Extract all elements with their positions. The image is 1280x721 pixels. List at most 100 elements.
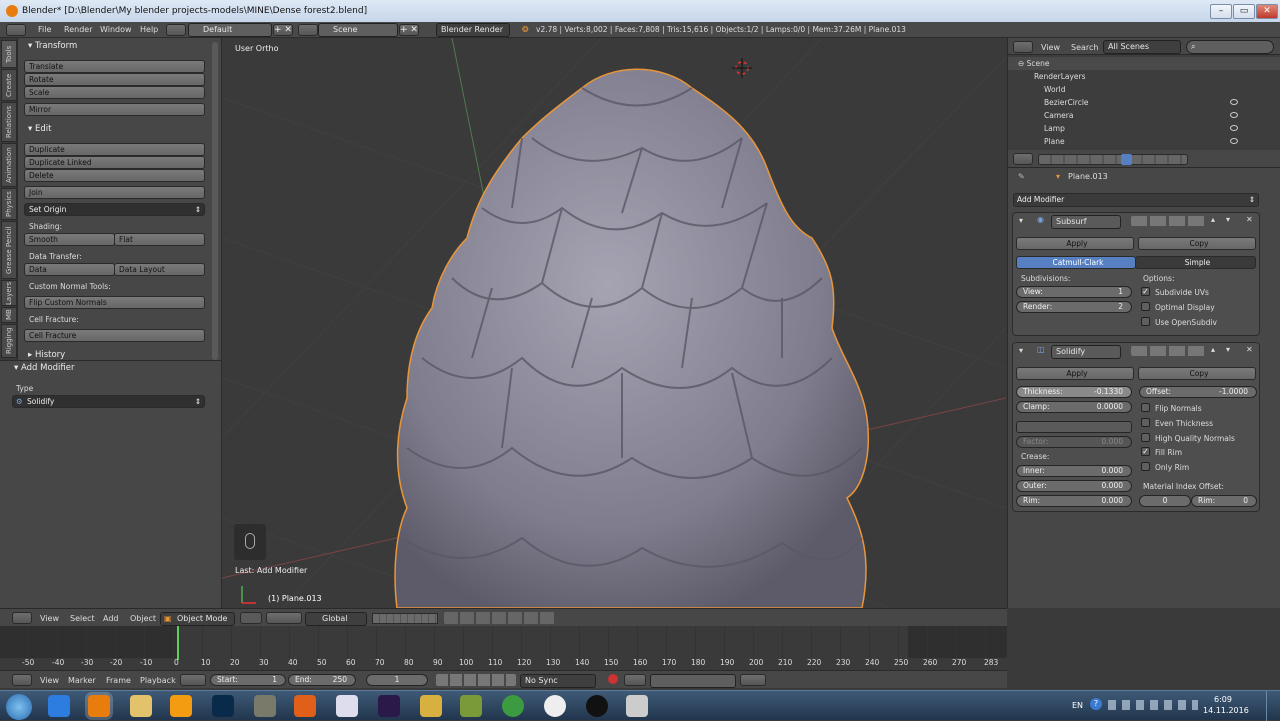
- pin-icon[interactable]: ✎: [1018, 172, 1025, 181]
- add-modifier-select[interactable]: Add Modifier ⇕: [1013, 193, 1259, 207]
- move-down-icon[interactable]: ▾: [1226, 215, 1230, 224]
- inner-crease-field[interactable]: Inner: 0.000: [1016, 465, 1132, 477]
- editor-type-info-button[interactable]: [6, 24, 26, 36]
- viewport-menu-view[interactable]: View: [40, 614, 59, 623]
- tab-animation[interactable]: Animation: [1, 143, 17, 187]
- outer-crease-field[interactable]: Outer: 0.000: [1016, 480, 1132, 492]
- use-opensubdiv-checkbox[interactable]: [1141, 317, 1150, 326]
- help-icon[interactable]: ?: [1090, 698, 1102, 710]
- system-tray-icons[interactable]: [1108, 700, 1198, 710]
- solidify-name-field[interactable]: Solidify: [1051, 345, 1121, 359]
- pivot-point-select[interactable]: [266, 612, 302, 624]
- blender-taskbar-icon[interactable]: [88, 695, 110, 717]
- add-scene-button[interactable]: + ✕: [399, 24, 419, 36]
- vertex-group-field[interactable]: [1016, 421, 1132, 433]
- transform-orientation-select[interactable]: Global: [305, 612, 367, 626]
- tab-physics[interactable]: Physics: [1, 188, 17, 220]
- delete-button[interactable]: Delete: [24, 169, 205, 182]
- timeline-menu-playback[interactable]: Playback: [140, 676, 176, 685]
- viewport-menu-add[interactable]: Add: [103, 614, 119, 623]
- tab-layers[interactable]: Layers: [1, 280, 17, 306]
- subsurf-apply-button[interactable]: Apply: [1016, 237, 1134, 250]
- remove-modifier-icon[interactable]: ✕: [1246, 215, 1253, 224]
- simple-button[interactable]: Simple: [1135, 256, 1256, 269]
- cell-fracture-button[interactable]: Cell Fracture: [24, 329, 205, 342]
- obs-icon[interactable]: [586, 695, 608, 717]
- thickness-field[interactable]: Thickness: -0.1330: [1016, 386, 1132, 398]
- tab-tools[interactable]: Tools: [1, 40, 17, 68]
- start-frame-field[interactable]: Start: 1: [210, 674, 286, 686]
- interaction-mode-select[interactable]: ▣ Object Mode: [160, 612, 235, 626]
- app-icon[interactable]: [420, 695, 442, 717]
- only-rim-checkbox[interactable]: [1141, 462, 1150, 471]
- scene-icon[interactable]: [298, 24, 318, 36]
- transform-panel-header[interactable]: ▾ Transform: [22, 39, 208, 53]
- visibility-eye-icon[interactable]: [1230, 125, 1238, 131]
- set-origin-button[interactable]: Set Origin ⇕: [24, 203, 205, 216]
- viewport-header-tools[interactable]: [444, 612, 556, 624]
- offset-field[interactable]: Offset: -1.0000: [1139, 386, 1257, 398]
- remove-modifier-icon[interactable]: ✕: [1246, 345, 1253, 354]
- subsurf-display-toggles[interactable]: [1131, 216, 1205, 226]
- solidify-display-toggles[interactable]: [1131, 346, 1205, 356]
- media-player-icon[interactable]: [170, 695, 192, 717]
- tab-grease-pencil[interactable]: Grease Pencil: [1, 221, 17, 279]
- outliner-menu-search[interactable]: Search: [1071, 43, 1098, 52]
- clock-date[interactable]: 14.11.2016: [1203, 706, 1249, 715]
- tab-create[interactable]: Create: [1, 69, 17, 101]
- scene-field[interactable]: Scene: [318, 23, 398, 37]
- even-thickness-checkbox[interactable]: [1141, 418, 1150, 427]
- solidify-copy-button[interactable]: Copy: [1138, 367, 1256, 380]
- app-icon[interactable]: [460, 695, 482, 717]
- translate-button[interactable]: Translate: [24, 60, 205, 73]
- show-desktop-button[interactable]: [1266, 691, 1280, 721]
- data-layout-button[interactable]: Data Layout: [114, 263, 205, 276]
- after-effects-icon[interactable]: [378, 695, 400, 717]
- rim-crease-field[interactable]: Rim: 0.000: [1016, 495, 1132, 507]
- material-offset-field[interactable]: 0: [1139, 495, 1191, 507]
- close-button[interactable]: ✕: [1256, 4, 1278, 19]
- move-up-icon[interactable]: ▴: [1211, 345, 1215, 354]
- catmull-clark-button[interactable]: Catmull-Clark: [1016, 256, 1136, 269]
- move-down-icon[interactable]: ▾: [1226, 345, 1230, 354]
- editor-type-timeline-button[interactable]: [12, 674, 32, 686]
- current-frame-field[interactable]: 1: [366, 674, 428, 686]
- keying-set-button[interactable]: [624, 674, 646, 686]
- tab-relations[interactable]: Relations: [1, 102, 17, 142]
- layer-buttons[interactable]: [372, 613, 438, 624]
- 3d-cursor-icon[interactable]: [732, 58, 752, 78]
- record-icon[interactable]: [608, 674, 618, 684]
- outliner-row-world[interactable]: World: [1008, 83, 1280, 96]
- outliner-row-plane[interactable]: Plane: [1008, 135, 1280, 148]
- visibility-eye-icon[interactable]: [1230, 138, 1238, 144]
- editor-type-properties-button[interactable]: [1013, 153, 1033, 165]
- flat-button[interactable]: Flat: [114, 233, 205, 246]
- duplicate-button[interactable]: Duplicate: [24, 143, 205, 156]
- mirror-button[interactable]: Mirror: [24, 103, 205, 116]
- subsurf-name-field[interactable]: Subsurf: [1051, 215, 1121, 229]
- collapse-arrow-icon[interactable]: ▾: [1019, 216, 1023, 225]
- maximize-button[interactable]: ▭: [1233, 4, 1255, 19]
- tab-rigging[interactable]: Rigging: [1, 324, 17, 358]
- language-indicator[interactable]: EN: [1072, 701, 1083, 710]
- tab-mb[interactable]: MB: [1, 307, 17, 323]
- outliner-row-renderlayers[interactable]: RenderLayers: [1008, 70, 1280, 83]
- duplicate-linked-button[interactable]: Duplicate Linked: [24, 156, 205, 169]
- tool-shelf-scrollbar[interactable]: [212, 42, 218, 360]
- timeline[interactable]: -50 -40 -30 -20 -10 0 10 20 30 40 50 60 …: [0, 626, 1007, 670]
- outliner-row-scene[interactable]: ⊖ Scene: [1008, 57, 1280, 70]
- flip-normals-checkbox[interactable]: [1141, 403, 1150, 412]
- clock-time[interactable]: 6:09: [1214, 695, 1232, 704]
- outliner-menu-view[interactable]: View: [1041, 43, 1060, 52]
- viewport-menu-select[interactable]: Select: [70, 614, 95, 623]
- render-levels-field[interactable]: Render: 2: [1016, 301, 1132, 313]
- visibility-eye-icon[interactable]: [1230, 99, 1238, 105]
- factor-field[interactable]: Factor: 0.000: [1016, 436, 1132, 448]
- app-icon[interactable]: [626, 695, 648, 717]
- edit-panel-header[interactable]: ▾ Edit: [22, 122, 208, 136]
- clock-app-icon[interactable]: [544, 695, 566, 717]
- flip-custom-normals-button[interactable]: Flip Custom Normals: [24, 296, 205, 309]
- start-button[interactable]: [6, 694, 32, 720]
- smooth-button[interactable]: Smooth: [24, 233, 115, 246]
- firefox-icon[interactable]: [294, 695, 316, 717]
